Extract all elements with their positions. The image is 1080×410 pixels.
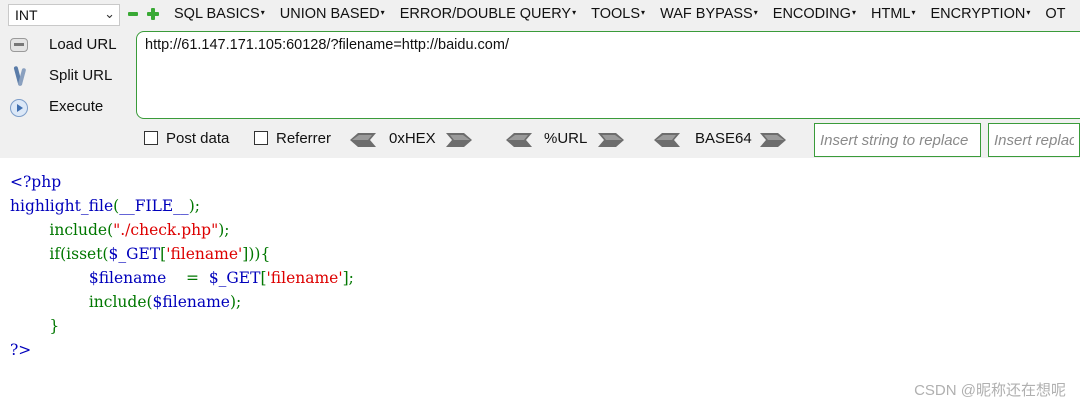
- load-url-label: Load URL: [49, 36, 117, 53]
- menu-union-based[interactable]: UNION BASED▾: [280, 6, 385, 22]
- menu-sql-basics[interactable]: SQL BASICS▾: [174, 6, 265, 22]
- execute-label: Execute: [49, 98, 104, 115]
- php-source-code: <?php highlight_file(__FILE__); include(…: [10, 170, 354, 362]
- menu-bar: INT ⌄ SQL BASICS▾ UNION BASED▾ ERROR/DOU…: [0, 0, 1080, 30]
- code-line: if(isset($_GET['filename'])){: [10, 245, 271, 263]
- caret-icon: ▾: [572, 8, 577, 17]
- caret-icon: ▾: [851, 8, 856, 17]
- code-line: highlight_file(__FILE__);: [10, 197, 200, 215]
- encode-base64-arrow-icon[interactable]: [760, 133, 786, 147]
- hex-encoder: 0xHEX: [350, 130, 474, 150]
- load-url-button[interactable]: Load URL: [10, 33, 125, 59]
- hackbar-toolbar: INT ⌄ SQL BASICS▾ UNION BASED▾ ERROR/DOU…: [0, 0, 1080, 158]
- code-line: <?php: [10, 173, 62, 191]
- url-text: http://61.147.171.105:60128/?filename=ht…: [145, 37, 509, 53]
- code-line: ?>: [10, 341, 32, 359]
- base64-label: BASE64: [695, 130, 752, 147]
- encode-hex-arrow-icon[interactable]: [446, 133, 472, 147]
- base64-encoder: BASE64: [654, 130, 790, 150]
- chevron-down-icon: ⌄: [104, 6, 115, 21]
- load-url-icon: [10, 38, 28, 52]
- referrer-toggle[interactable]: Referrer: [254, 129, 344, 151]
- menu-html[interactable]: HTML▾: [871, 6, 916, 22]
- replace-string-input[interactable]: [815, 124, 980, 156]
- caret-icon: ▾: [641, 8, 646, 17]
- type-select-value: INT: [15, 7, 38, 23]
- split-url-label: Split URL: [49, 67, 113, 84]
- caret-icon: ▾: [380, 8, 385, 17]
- replace-string-field[interactable]: [814, 123, 981, 157]
- menu-error-double-query[interactable]: ERROR/DOUBLE QUERY▾: [400, 6, 576, 22]
- menu-waf-bypass[interactable]: WAF BYPASS▾: [660, 6, 758, 22]
- hex-label: 0xHEX: [389, 130, 436, 147]
- split-url-button[interactable]: Split URL: [10, 64, 125, 90]
- code-line: }: [10, 317, 60, 335]
- post-data-toggle[interactable]: Post data: [144, 129, 244, 151]
- minus-icon[interactable]: [127, 8, 139, 20]
- decode-url-arrow-icon[interactable]: [506, 133, 532, 147]
- code-line: include($filename);: [10, 293, 242, 311]
- execute-icon: [10, 99, 28, 117]
- menu-items: SQL BASICS▾ UNION BASED▾ ERROR/DOUBLE QU…: [174, 6, 1077, 22]
- code-line: include("./check.php");: [10, 221, 230, 239]
- url-label: %URL: [544, 130, 588, 147]
- menu-encoding[interactable]: ENCODING▾: [773, 6, 856, 22]
- post-data-checkbox[interactable]: [144, 131, 158, 145]
- post-data-label: Post data: [166, 130, 230, 147]
- plus-icon[interactable]: [147, 8, 159, 20]
- decode-base64-arrow-icon[interactable]: [654, 133, 680, 147]
- split-url-icon: [10, 66, 32, 88]
- caret-icon: ▾: [260, 8, 265, 17]
- referrer-checkbox[interactable]: [254, 131, 268, 145]
- execute-button[interactable]: Execute: [10, 95, 125, 121]
- menu-other[interactable]: OT: [1045, 6, 1065, 22]
- caret-icon: ▾: [753, 8, 758, 17]
- caret-icon: ▾: [1026, 8, 1031, 17]
- decode-hex-arrow-icon[interactable]: [350, 133, 376, 147]
- url-encoder: %URL: [506, 130, 626, 150]
- replacing-string-input[interactable]: [989, 124, 1079, 156]
- referrer-label: Referrer: [276, 130, 332, 147]
- code-line: $filename = $_GET['filename'];: [10, 269, 354, 287]
- menu-tools[interactable]: TOOLS▾: [591, 6, 645, 22]
- encode-url-arrow-icon[interactable]: [598, 133, 624, 147]
- watermark: CSDN @昵称还在想呢: [914, 382, 1066, 399]
- replacing-string-field[interactable]: [988, 123, 1080, 157]
- caret-icon: ▾: [911, 8, 916, 17]
- menu-encryption[interactable]: ENCRYPTION▾: [931, 6, 1031, 22]
- type-select[interactable]: INT ⌄: [8, 4, 120, 26]
- url-textarea[interactable]: http://61.147.171.105:60128/?filename=ht…: [136, 31, 1080, 119]
